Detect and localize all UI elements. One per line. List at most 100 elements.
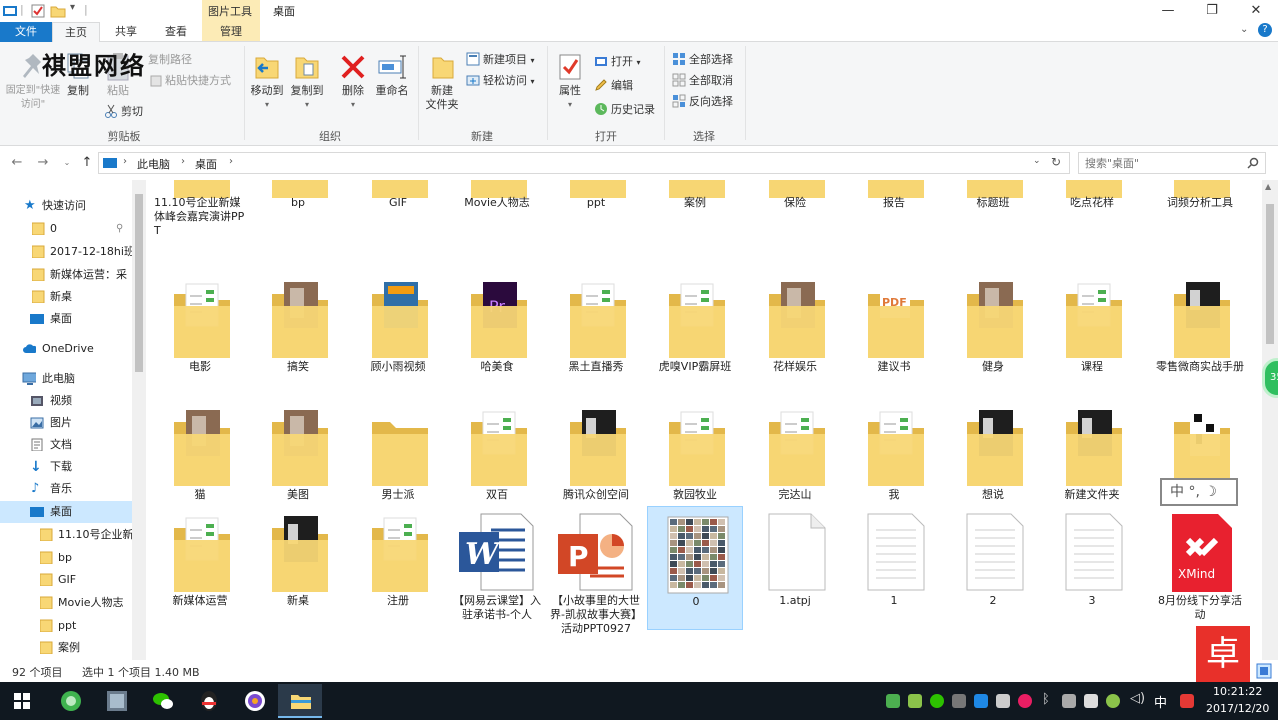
- nav-pc-item[interactable]: 文档: [0, 434, 132, 456]
- breadcrumb-desktop[interactable]: 桌面: [195, 156, 217, 172]
- folder-item[interactable]: 新桌: [250, 506, 346, 630]
- address-dropdown-icon[interactable]: ⌄: [1033, 156, 1041, 166]
- paste-shortcut-button[interactable]: 粘贴快捷方式: [150, 72, 231, 90]
- quick-access-dropdown-icon[interactable]: ▾: [70, 2, 75, 13]
- breadcrumb-separator-icon[interactable]: ›: [123, 156, 127, 167]
- search-input[interactable]: [1085, 156, 1245, 171]
- up-arrow-icon[interactable]: ↑: [78, 154, 96, 172]
- move-to-button[interactable]: 移动到 ▾: [248, 52, 286, 112]
- tab-share[interactable]: 共享: [104, 22, 148, 42]
- search-box[interactable]: [1078, 152, 1266, 174]
- edit-button[interactable]: 编辑: [594, 77, 633, 95]
- refresh-icon[interactable]: ↻: [1051, 155, 1061, 169]
- tray-blue-icon[interactable]: [974, 694, 988, 708]
- cut-button[interactable]: 剪切: [104, 103, 143, 121]
- folder-item[interactable]: 健身: [945, 272, 1041, 396]
- tray-green-icon[interactable]: [886, 694, 900, 708]
- forward-arrow-icon[interactable]: →: [34, 154, 52, 172]
- nav-qa-item[interactable]: 新桌: [0, 286, 132, 308]
- nav-onedrive[interactable]: OneDrive: [0, 338, 132, 360]
- folder-item[interactable]: PDF 建议书: [846, 272, 942, 396]
- file-item[interactable]: XMind 8月份线下分享活动: [1152, 506, 1248, 630]
- select-all-button[interactable]: 全部选择: [672, 51, 733, 69]
- tray-plus-icon[interactable]: [1106, 694, 1120, 708]
- folder-item[interactable]: 注册: [350, 506, 446, 630]
- tray-shield-icon[interactable]: [908, 694, 922, 708]
- nav-qa-item[interactable]: 0 ⚲: [0, 218, 132, 240]
- file-item[interactable]: 3: [1044, 506, 1140, 630]
- delete-button[interactable]: 删除 ▾: [336, 52, 370, 112]
- nav-pc-item[interactable]: ♪ 音乐: [0, 478, 132, 500]
- new-folder-button[interactable]: 新建 文件夹: [422, 52, 462, 112]
- minimize-button[interactable]: —: [1146, 0, 1190, 22]
- tray-pen-icon[interactable]: [952, 694, 966, 708]
- nav-desktop-item[interactable]: GIF: [0, 569, 132, 591]
- folder-item[interactable]: 黑土直播秀: [548, 272, 644, 396]
- file-item[interactable]: W 【网易云课堂】入驻承诺书-个人: [449, 506, 545, 630]
- scroll-up-icon[interactable]: ▲: [1265, 182, 1271, 191]
- nav-desktop-item[interactable]: 案例: [0, 637, 132, 659]
- close-button[interactable]: ✕: [1234, 0, 1278, 22]
- maximize-button[interactable]: ❐: [1190, 0, 1234, 22]
- taskbar-360-browser[interactable]: [48, 684, 92, 718]
- taskbar-wechat[interactable]: [140, 684, 184, 718]
- folder-item[interactable]: 新媒体运营: [152, 506, 248, 630]
- file-view-scrollbar[interactable]: ▲: [1262, 180, 1278, 660]
- file-item[interactable]: 2: [945, 506, 1041, 630]
- new-folder-icon[interactable]: [50, 3, 66, 19]
- input-method-indicator[interactable]: 中: [1154, 692, 1167, 711]
- folder-item[interactable]: 零售微商实战手册: [1152, 272, 1248, 396]
- taskbar-file-explorer[interactable]: [278, 684, 322, 718]
- breadcrumb-separator-icon[interactable]: ›: [229, 156, 233, 167]
- tray-flower-icon[interactable]: [1018, 694, 1032, 708]
- side-widget-badge[interactable]: 35: [1262, 358, 1278, 398]
- ime-floating-toolbar[interactable]: 中 °, ☽: [1160, 478, 1238, 506]
- folder-item[interactable]: 虎嗅VIP霸屏班: [647, 272, 743, 396]
- file-item[interactable]: P 【小故事里的大世界-凯叔故事大赛】活动PPT0927: [548, 506, 644, 635]
- history-button[interactable]: 历史记录: [594, 101, 655, 119]
- file-item[interactable]: 0: [647, 506, 743, 630]
- nav-pc-item-selected[interactable]: 桌面: [0, 501, 132, 523]
- tray-wechat-icon[interactable]: [930, 694, 944, 708]
- back-arrow-icon[interactable]: ←: [8, 154, 26, 172]
- nav-qa-item[interactable]: 桌面: [0, 308, 132, 330]
- taskbar-qq[interactable]: [186, 684, 230, 718]
- search-icon[interactable]: [1247, 157, 1259, 169]
- clock-time[interactable]: 10:21:22: [1213, 685, 1262, 698]
- volume-icon[interactable]: ◁): [1130, 691, 1145, 706]
- properties-icon[interactable]: [30, 3, 46, 19]
- tab-file[interactable]: 文件: [0, 22, 52, 42]
- folder-item[interactable]: 课程: [1044, 272, 1140, 396]
- nav-pane-scrollbar[interactable]: [132, 180, 146, 660]
- nav-pc-item[interactable]: ↓ 下载: [0, 456, 132, 478]
- easy-access-button[interactable]: 轻松访问 ▾: [466, 72, 535, 90]
- copy-to-button[interactable]: 复制到 ▾: [288, 52, 326, 112]
- bluetooth-icon[interactable]: ᛒ: [1042, 692, 1050, 707]
- file-item[interactable]: 1: [846, 506, 942, 630]
- tray-usb-icon[interactable]: [1062, 694, 1076, 708]
- select-none-button[interactable]: 全部取消: [672, 72, 733, 90]
- folder-item[interactable]: 搞笑: [250, 272, 346, 396]
- taskbar-media-app[interactable]: [232, 684, 276, 718]
- folder-item[interactable]: 花样娱乐: [747, 272, 843, 396]
- battery-icon[interactable]: [1084, 694, 1098, 708]
- nav-pc-item[interactable]: 图片: [0, 412, 132, 434]
- invert-selection-button[interactable]: 反向选择: [672, 93, 733, 111]
- nav-desktop-item[interactable]: bp: [0, 547, 132, 569]
- nav-qa-item[interactable]: 2017-12-18hi班: [0, 241, 132, 263]
- open-button[interactable]: 打开 ▾: [594, 53, 641, 71]
- scrollbar-thumb[interactable]: [1266, 204, 1274, 344]
- explorer-icon[interactable]: [2, 3, 18, 19]
- nav-pc-item[interactable]: 视频: [0, 390, 132, 412]
- nav-desktop-item[interactable]: 11.10号企业新: [0, 524, 132, 546]
- tab-manage[interactable]: 管理: [205, 22, 257, 42]
- folder-item[interactable]: 电影: [152, 272, 248, 396]
- clock-date[interactable]: 2017/12/20: [1206, 702, 1269, 715]
- address-bar[interactable]: › 此电脑 › 桌面 › ⌄ ↻: [98, 152, 1070, 174]
- breadcrumb-separator-icon[interactable]: ›: [181, 156, 185, 167]
- large-icons-view-icon[interactable]: [1256, 663, 1272, 679]
- nav-desktop-item[interactable]: ppt: [0, 615, 132, 637]
- windows-start-icon[interactable]: [14, 693, 30, 709]
- folder-item[interactable]: 顾小雨视频: [350, 272, 446, 396]
- ribbon-collapse-icon[interactable]: ⌄: [1240, 24, 1248, 35]
